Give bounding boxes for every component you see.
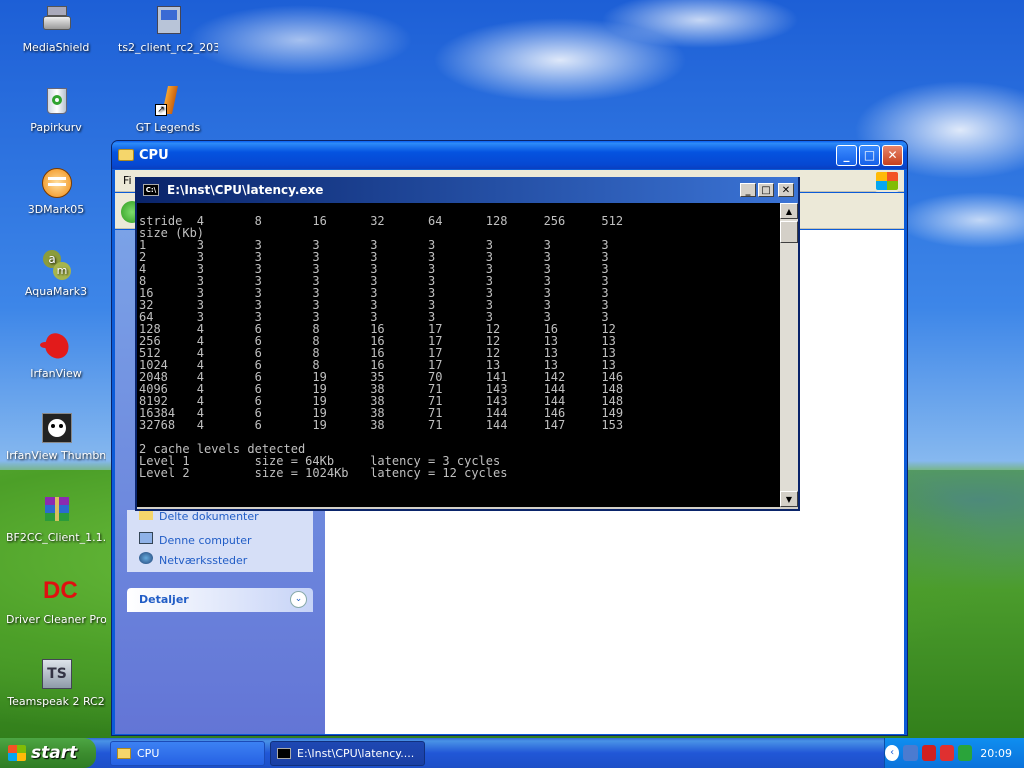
desktop-icon-irfanview-thumbnails[interactable]: IrfanView Thumbnails (6, 412, 106, 462)
panda-icon (39, 412, 73, 446)
desktop-icon-papirkurv[interactable]: Papirkurv (6, 84, 106, 134)
close-button[interactable]: ✕ (882, 144, 903, 166)
console-title: E:\Inst\CPU\latency.exe (167, 183, 324, 197)
panel-link-my-computer[interactable]: Denne computer (139, 532, 252, 547)
console-minimize-button[interactable]: _ (740, 183, 756, 197)
task-panel-places: Delte dokumenter Denne computer Netværks… (127, 510, 313, 572)
task-button-cpu[interactable]: CPU (110, 741, 265, 766)
desktop-icon-aquamark3[interactable]: a m AquaMark3 (6, 248, 106, 298)
desktop-icon-bf2cc-client[interactable]: BF2CC_Client_1.1.2... (6, 494, 106, 544)
security-tray-icon[interactable] (921, 745, 936, 761)
disk-icon (39, 4, 73, 38)
console-scrollbar[interactable]: ▲ ▼ (780, 203, 798, 507)
details-panel-header[interactable]: Detaljer ⌄ (127, 588, 313, 612)
task-button-latency[interactable]: E:\Inst\CPU\latency.... (270, 741, 425, 766)
aquamark-icon: a m (39, 248, 73, 282)
taskbar: start CPU E:\Inst\CPU\latency.... ‹ 20:0… (0, 738, 1024, 768)
minimize-button[interactable]: _ (836, 144, 857, 166)
console-app-icon (277, 748, 291, 759)
network-tray-icon[interactable] (903, 745, 918, 761)
winrar-icon (39, 494, 73, 528)
desktop: MediaShield ts2_client_rc2_2032 Papirkur… (0, 0, 1024, 768)
panel-link-shared-docs[interactable]: Delte dokumenter (139, 510, 259, 523)
desktop-icon-teamspeak[interactable]: TS Teamspeak 2 RC2 (6, 658, 106, 708)
antivirus-tray-icon[interactable] (939, 745, 955, 761)
console-window[interactable]: C:\ E:\Inst\CPU\latency.exe _ □ ✕ stride… (135, 177, 800, 511)
scroll-thumb[interactable] (780, 221, 798, 243)
desktop-icon-irfanview[interactable]: IrfanView (6, 330, 106, 380)
desktop-icon-3dmark05[interactable]: 3DMark05 (6, 166, 106, 216)
teamspeak-icon: TS (39, 658, 73, 692)
explorer-title: CPU (139, 147, 169, 163)
console-output[interactable]: stride 4 8 16 32 64 128 256 512 size (Kb)… (137, 203, 782, 507)
clock: 20:09 (980, 746, 1012, 760)
console-titlebar[interactable]: C:\ E:\Inst\CPU\latency.exe _ □ ✕ (137, 177, 798, 203)
system-tray: ‹ 20:09 (884, 738, 1024, 768)
console-header-line: stride 4 8 16 32 64 128 256 512 (139, 214, 624, 228)
scroll-up-arrow-icon[interactable]: ▲ (780, 203, 798, 219)
irfanview-icon (39, 330, 73, 364)
console-summary-line: Level 2 size = 1024Kb latency = 12 cycle… (139, 466, 508, 480)
scroll-down-arrow-icon[interactable]: ▼ (780, 491, 798, 507)
folder-icon (117, 748, 131, 759)
windows-flag-icon (8, 745, 26, 761)
setup-icon (151, 4, 185, 38)
maximize-button[interactable]: □ (859, 144, 880, 166)
computer-icon (139, 532, 153, 544)
desktop-icon-gt-legends[interactable]: ↗ GT Legends (118, 84, 218, 134)
network-icon (139, 552, 153, 564)
update-tray-icon[interactable] (958, 745, 973, 761)
shortcut-icon: ↗ (151, 84, 185, 118)
console-close-button[interactable]: ✕ (778, 183, 794, 197)
console-maximize-button[interactable]: □ (758, 183, 774, 197)
start-button[interactable]: start (0, 738, 96, 768)
3dmark-icon (39, 166, 73, 200)
console-data-row: 32768 4 6 19 38 71 144 147 153 (139, 418, 624, 432)
chevron-left-icon[interactable]: ‹ (884, 745, 900, 761)
panel-link-network[interactable]: Netværkssteder (139, 552, 247, 567)
desktop-icon-driver-cleaner-pro[interactable]: DC Driver Cleaner Pro (6, 576, 106, 626)
desktop-icon-ts2-client[interactable]: ts2_client_rc2_2032 (118, 4, 218, 54)
menu-file[interactable]: Fi (123, 174, 132, 187)
explorer-titlebar[interactable]: CPU _ □ ✕ (112, 141, 907, 169)
chevron-down-icon[interactable]: ⌄ (290, 591, 307, 608)
folder-icon (118, 149, 134, 161)
desktop-icon-mediashield[interactable]: MediaShield (6, 4, 106, 54)
recycle-bin-icon (39, 84, 73, 118)
console-app-icon: C:\ (143, 184, 159, 196)
folder-icon (139, 510, 153, 520)
dc-icon: DC (43, 577, 78, 604)
windows-logo-icon (874, 170, 900, 192)
